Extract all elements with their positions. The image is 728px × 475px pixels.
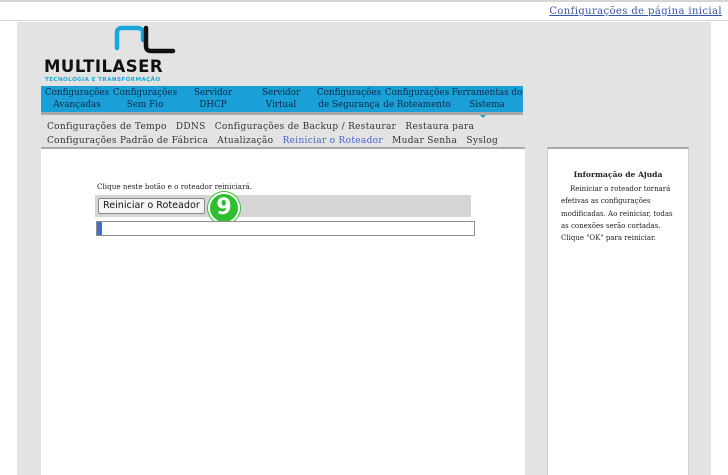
nav-divider bbox=[41, 112, 523, 115]
reboot-progress-bar bbox=[96, 221, 475, 236]
nav-tab-virtual-server[interactable]: Servidor Virtual bbox=[247, 86, 315, 112]
nav-tab-system-tools[interactable]: Ferramentas do Sistema bbox=[451, 86, 523, 112]
top-divider bbox=[0, 0, 728, 2]
nav-tab-wireless-settings[interactable]: Configurações Sem Fio bbox=[111, 86, 179, 112]
logo-tagline: TECNOLOGIA E TRANSFORMAÇÃO bbox=[45, 77, 161, 83]
homepage-settings-link[interactable]: Configurações de página inicial bbox=[549, 6, 722, 17]
nav-tab-advanced-settings[interactable]: Configurações Avançadas bbox=[43, 86, 111, 112]
subnav-ddns[interactable]: DDNS bbox=[176, 122, 206, 132]
subnav-reboot-router[interactable]: Reiniciar o Roteador bbox=[283, 136, 383, 146]
help-panel: Informação de Ajuda Reiniciar o roteador… bbox=[547, 147, 689, 475]
step-number-badge: 9 bbox=[208, 192, 240, 224]
logo-mark-icon bbox=[114, 25, 176, 54]
multilaser-logo: MULTILASER TECNOLOGIA E TRANSFORMAÇÃO bbox=[44, 24, 184, 86]
help-text: Reiniciar o roteador tornará efetivas as… bbox=[561, 185, 673, 243]
help-title: Informação de Ajuda bbox=[573, 170, 663, 179]
main-nav: Configurações Avançadas Configurações Sem … bbox=[41, 86, 523, 118]
header-divider bbox=[0, 20, 728, 21]
subnav-syslog[interactable]: Syslog bbox=[466, 136, 498, 146]
sub-nav: Configurações de Tempo DDNS Configuraçõe… bbox=[47, 120, 517, 148]
nav-tab-dhcp-server[interactable]: Servidor DHCP bbox=[179, 86, 247, 112]
logo-wordmark: MULTILASER bbox=[44, 57, 164, 76]
content-panel: Clique neste botão e o roteador reinicia… bbox=[41, 147, 525, 475]
reboot-router-button[interactable]: Reiniciar o Roteador bbox=[98, 198, 205, 214]
subnav-backup-restore[interactable]: Configurações de Backup / Restaurar bbox=[215, 122, 397, 132]
reboot-instruction: Clique neste botão e o roteador reinicia… bbox=[97, 182, 253, 191]
reboot-progress-fill bbox=[97, 222, 102, 235]
nav-tab-security-settings[interactable]: Configurações de Segurança bbox=[315, 86, 383, 112]
router-admin-frame: MULTILASER TECNOLOGIA E TRANSFORMAÇÃO Co… bbox=[17, 22, 711, 475]
subnav-change-password[interactable]: Mudar Senha bbox=[392, 136, 457, 146]
reboot-button-bar: Reiniciar o Roteador bbox=[95, 195, 471, 217]
subnav-time-settings[interactable]: Configurações de Tempo bbox=[47, 122, 167, 132]
subnav-firmware-upgrade[interactable]: Atualização bbox=[217, 136, 273, 146]
nav-tab-routing-settings[interactable]: Configurações de Roteamento bbox=[383, 86, 451, 112]
